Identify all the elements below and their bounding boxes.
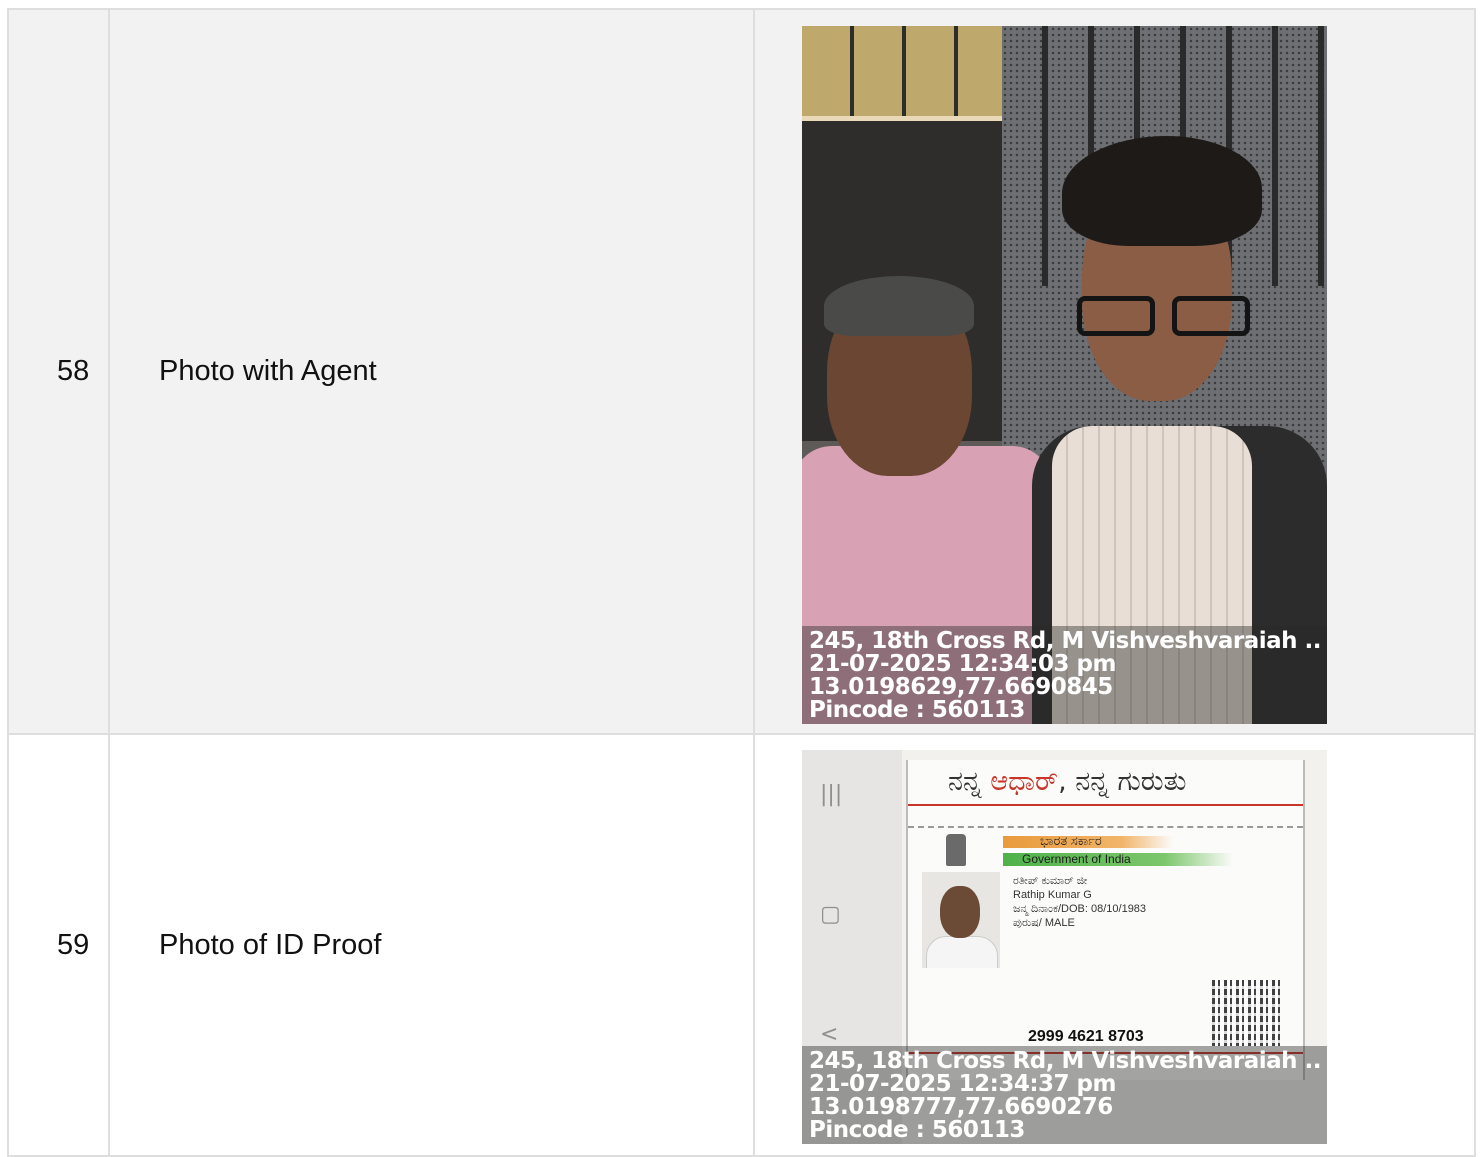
geotag-pincode: Pincode : 560113 [809, 1119, 1025, 1142]
row-number: 58 [7, 8, 110, 735]
geotag-overlay: 245, 18th Cross Rd, M Vishveshvaraiah ..… [802, 1046, 1327, 1144]
back-icon: < [820, 1022, 839, 1047]
geotag-address: 245, 18th Cross Rd, M Vishveshvaraiah ..… [809, 630, 1320, 653]
photo-cell: 245, 18th Cross Rd, M Vishveshvaraiah ..… [753, 8, 1476, 735]
gender: ಪುರುಷ/ MALE [1013, 917, 1075, 929]
geotag-overlay: 245, 18th Cross Rd, M Vishveshvaraiah ..… [802, 626, 1327, 724]
row-number: 59 [7, 733, 110, 1157]
geotag-datetime: 21-07-2025 12:34:37 pm [809, 1073, 1116, 1096]
geotag-datetime: 21-07-2025 12:34:03 pm [809, 653, 1116, 676]
verification-table: 58 Photo with Agent 245, 18th Cross Rd, … [7, 8, 1476, 1157]
agent-photo[interactable]: 245, 18th Cross Rd, M Vishveshvaraiah ..… [802, 26, 1327, 724]
menu-icon: ||| [820, 782, 843, 807]
geotag-pincode: Pincode : 560113 [809, 699, 1025, 722]
card-details: ರತೀಪ್ ಕುಮಾರ್ ಜೀ Rathip Kumar G ಜನ್ಮ ದಿನಾ… [1013, 874, 1146, 930]
name-english: Rathip Kumar G [1013, 889, 1092, 901]
emblem-icon [946, 834, 966, 866]
home-icon: ▢ [820, 902, 841, 927]
card-portrait [922, 872, 1000, 968]
row-label: Photo with Agent [108, 8, 755, 735]
table-row: 58 Photo with Agent 245, 18th Cross Rd, … [7, 8, 1476, 735]
government-of-india: Government of India [1022, 852, 1131, 866]
id-proof-photo[interactable]: ||| ▢ < ನನ್ನ ಆಧಾರ್, ನನ್ನ ಗುರುತು ಭಾರತ ಸರ್… [802, 750, 1327, 1144]
table-row: 59 Photo of ID Proof ||| ▢ < ನನ್ನ ಆಧಾರ್,… [7, 733, 1476, 1157]
card-header: ನನ್ನ ಆಧಾರ್, ನನ್ನ ಗುರುತು [948, 766, 1187, 797]
bharat-sarkar: ಭಾರತ ಸರ್ಕಾರ [1040, 833, 1102, 848]
geotag-address: 245, 18th Cross Rd, M Vishveshvaraiah ..… [809, 1050, 1320, 1073]
row-label: Photo of ID Proof [108, 733, 755, 1157]
aadhaar-number: 2999 4621 8703 [1028, 1028, 1144, 1045]
photo-cell: ||| ▢ < ನನ್ನ ಆಧಾರ್, ನನ್ನ ಗುರುತು ಭಾರತ ಸರ್… [753, 733, 1476, 1157]
dob: ಜನ್ಮ ದಿನಾಂಕ/DOB: 08/10/1983 [1013, 903, 1147, 915]
name-kannada: ರತೀಪ್ ಕುಮಾರ್ ಜೀ [1013, 875, 1088, 887]
geotag-coords: 13.0198777,77.6690276 [809, 1096, 1113, 1119]
aadhaar-card: ನನ್ನ ಆಧಾರ್, ನನ್ನ ಗುರುತು ಭಾರತ ಸರ್ಕಾರ Gove… [906, 760, 1305, 1080]
geotag-coords: 13.0198629,77.6690845 [809, 676, 1113, 699]
